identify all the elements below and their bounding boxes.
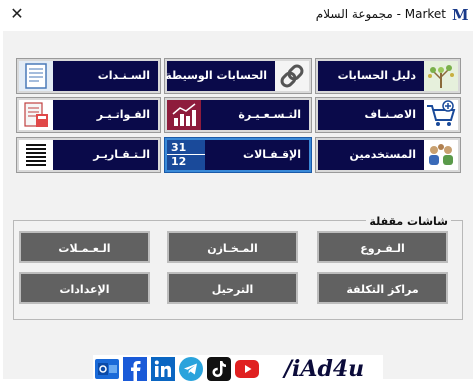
locked-screens-group: الـفـروع المـخـازن الـعـمـلات مراكز التك… xyxy=(13,220,463,320)
cost-centers-button[interactable]: مراكز التكلفة xyxy=(317,272,448,304)
currencies-button[interactable]: الـعـمـلات xyxy=(19,231,150,263)
shopping-cart-icon xyxy=(424,100,458,130)
invoice-icon xyxy=(19,100,53,130)
telegram-icon[interactable] xyxy=(179,357,203,381)
tile-label: الحسابات الوسيطة xyxy=(165,69,267,82)
calendar-day-bottom: 12 xyxy=(171,155,187,168)
tile-reports[interactable]: الـتـقـاريـر xyxy=(17,138,160,172)
chain-link-icon xyxy=(275,61,309,91)
window-title: Market - مجموعة السلام xyxy=(315,7,446,21)
tile-label: دليل الحسابات xyxy=(337,69,416,82)
main-area: دليل الحسابات الحسابات الوسيطة السـنـدات… xyxy=(3,31,473,379)
tile-label: التـسـعـيـرة xyxy=(238,108,301,121)
tile-label: الفـواتـيـر xyxy=(96,108,150,121)
tile-label: الإقـفـالات xyxy=(243,148,301,161)
settings-button[interactable]: الإعدادات xyxy=(19,272,150,304)
tile-pricing[interactable]: التـسـعـيـرة xyxy=(165,98,311,132)
social-bar: /iAd4u xyxy=(93,355,383,383)
tile-invoices[interactable]: الفـواتـيـر xyxy=(17,98,160,132)
tile-label: السـنـدات xyxy=(97,69,150,82)
facebook-icon[interactable] xyxy=(123,357,147,381)
report-icon xyxy=(19,140,53,170)
tile-intermediate-accounts[interactable]: الحسابات الوسيطة xyxy=(165,59,311,93)
tile-label: المستخدمين xyxy=(349,148,416,161)
app-logo-icon: M xyxy=(452,6,469,24)
posting-button[interactable]: الترحيل xyxy=(167,272,298,304)
tiktok-icon[interactable] xyxy=(207,357,231,381)
tile-users[interactable]: المستخدمين xyxy=(316,138,460,172)
warehouses-button[interactable]: المـخـازن xyxy=(167,231,298,263)
tile-vouchers[interactable]: السـنـدات xyxy=(17,59,160,93)
pricing-chart-icon xyxy=(167,100,201,130)
youtube-icon[interactable] xyxy=(235,357,259,381)
title-bar: ✕ Market - مجموعة السلام M xyxy=(0,0,476,30)
tile-items[interactable]: الاصـنـاف xyxy=(316,98,460,132)
tree-icon xyxy=(424,61,458,91)
calendar-divider xyxy=(167,154,205,155)
brand-logo[interactable]: /iAd4u xyxy=(284,355,364,383)
outlook-icon[interactable] xyxy=(95,357,119,381)
locked-screens-title: شاشات مقفلة xyxy=(366,215,451,228)
calendar-day-top: 31 xyxy=(171,141,187,154)
linkedin-icon[interactable] xyxy=(151,357,175,381)
calendar-icon: 31 12 xyxy=(167,140,205,170)
close-button[interactable]: ✕ xyxy=(6,3,28,25)
tile-closings[interactable]: 31 12 الإقـفـالات xyxy=(165,138,311,172)
tile-label: الاصـنـاف xyxy=(364,108,416,121)
tile-chart-of-accounts[interactable]: دليل الحسابات xyxy=(316,59,460,93)
tile-label: الـتـقـاريـر xyxy=(93,148,150,161)
users-icon xyxy=(424,140,458,170)
document-icon xyxy=(19,61,53,91)
branches-button[interactable]: الـفـروع xyxy=(317,231,448,263)
